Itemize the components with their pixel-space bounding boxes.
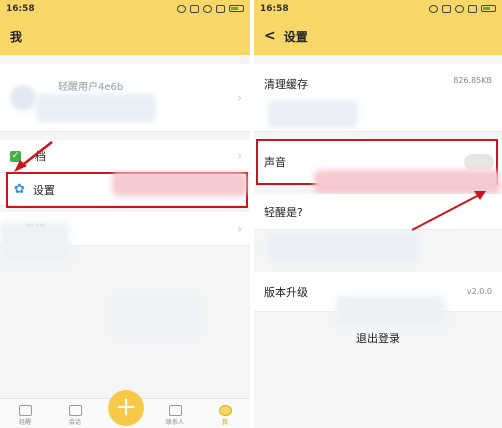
chat-icon <box>68 405 82 416</box>
list-icon <box>18 405 32 416</box>
contacts-icon <box>168 405 182 416</box>
add-button[interactable]: + <box>108 390 144 426</box>
tab-contacts[interactable]: 联系人 <box>150 399 200 428</box>
me-screen: 16:58 我 轻醒用户4e6b › ✓ 档 › ✿ 设置 › 表情 › <box>0 0 250 428</box>
tab-me[interactable]: 我 <box>200 399 250 428</box>
settings-screen: 16:58 < 设置 清理缓存 826.85KB 声音 轻醒是? 版本升级 v2… <box>254 0 502 428</box>
tab-qingxing[interactable]: 轻醒 <box>0 399 50 428</box>
me-icon <box>218 405 232 416</box>
arrow-pointer <box>411 191 486 231</box>
arrow-pointer <box>14 141 53 172</box>
tab-chat[interactable]: 会话 <box>50 399 100 428</box>
